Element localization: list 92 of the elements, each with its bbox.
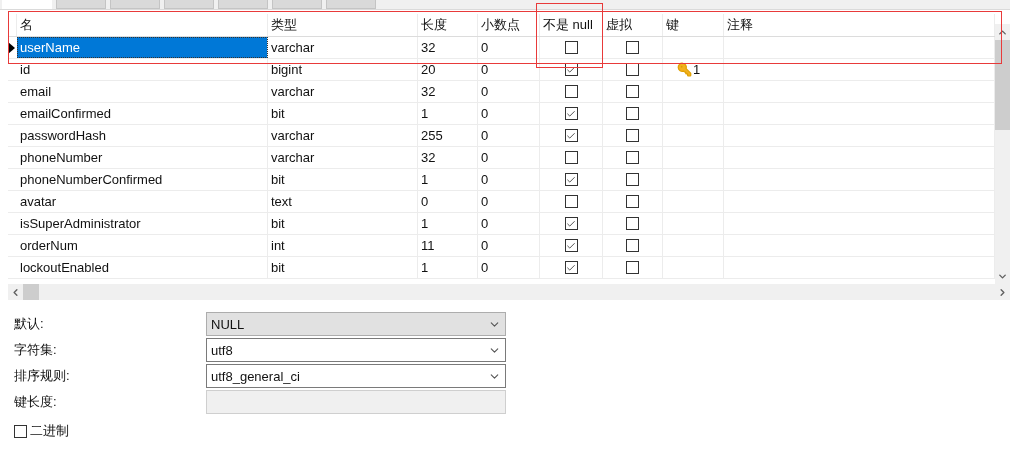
table-cell: 0: [478, 103, 540, 124]
scrollbar-thumb[interactable]: [23, 284, 39, 300]
table-cell: bit: [268, 257, 418, 278]
table-cell[interactable]: orderNum: [17, 235, 268, 256]
table-cell: bigint: [268, 59, 418, 80]
checkbox[interactable]: [626, 217, 639, 230]
checkbox[interactable]: [626, 85, 639, 98]
table-cell: 0: [478, 147, 540, 168]
dropdown[interactable]: utf8_general_ci: [206, 364, 506, 388]
key-number: 1: [693, 62, 701, 77]
checkbox[interactable]: [564, 195, 578, 208]
table-cell[interactable]: passwordHash: [17, 125, 268, 146]
field-label: 字符集:: [14, 341, 58, 359]
table-cell[interactable]: emailConfirmed: [17, 103, 268, 124]
row-pointer-icon: [8, 41, 15, 54]
table-cell: 0: [478, 235, 540, 256]
checkbox[interactable]: [564, 107, 578, 120]
column-header: 名: [17, 14, 268, 36]
table-cell: 0: [478, 81, 540, 102]
table-cell: varchar: [268, 81, 418, 102]
table-cell: bit: [268, 169, 418, 190]
checkbox[interactable]: [626, 195, 639, 208]
table-cell: 1: [418, 257, 478, 278]
column-header: 小数点: [478, 14, 540, 36]
table-cell[interactable]: phoneNumberConfirmed: [17, 169, 268, 190]
check-icon: [566, 108, 576, 119]
check-icon: [566, 130, 576, 141]
column-header: 类型: [268, 14, 418, 36]
table-cell: 1: [418, 213, 478, 234]
checkbox[interactable]: [626, 239, 639, 252]
checkbox[interactable]: [564, 85, 578, 98]
table-cell: 32: [418, 37, 478, 58]
field-label: 键长度:: [14, 393, 58, 411]
table-cell[interactable]: id: [17, 59, 268, 80]
table-cell: 0: [478, 125, 540, 146]
field-label: 默认:: [14, 315, 45, 333]
checkbox[interactable]: [564, 217, 578, 230]
column-header: 键: [663, 14, 724, 36]
table-cell: int: [268, 235, 418, 256]
table-cell: 0: [478, 191, 540, 212]
table-cell: 255: [418, 125, 478, 146]
table-cell: 32: [418, 147, 478, 168]
table-cell: 0: [478, 169, 540, 190]
table-cell: 0: [478, 213, 540, 234]
checkbox[interactable]: [564, 173, 578, 186]
table-cell[interactable]: email: [17, 81, 268, 102]
checkbox[interactable]: [626, 261, 639, 274]
table-cell: 32: [418, 81, 478, 102]
checkbox[interactable]: [14, 424, 27, 438]
table-cell: bit: [268, 103, 418, 124]
table-cell: 0: [418, 191, 478, 212]
check-icon: [566, 240, 576, 251]
check-icon: [566, 174, 576, 185]
table-cell: 11: [418, 235, 478, 256]
checkbox[interactable]: [626, 41, 639, 54]
table-cell: 0: [478, 59, 540, 80]
checkbox[interactable]: [626, 173, 639, 186]
checkbox[interactable]: [564, 261, 578, 274]
scrollbar-thumb[interactable]: [995, 40, 1010, 130]
check-icon: [566, 218, 576, 229]
checkbox[interactable]: [626, 129, 639, 142]
horizontal-scrollbar[interactable]: [8, 284, 1010, 300]
dropdown[interactable]: utf8: [206, 338, 506, 362]
vertical-scrollbar[interactable]: [995, 24, 1010, 284]
table-cell: text: [268, 191, 418, 212]
table-cell: varchar: [268, 37, 418, 58]
table-cell: bit: [268, 213, 418, 234]
table-cell[interactable]: phoneNumber: [17, 147, 268, 168]
table-cell[interactable]: lockoutEnabled: [17, 257, 268, 278]
checkbox[interactable]: [564, 129, 578, 142]
checkbox[interactable]: [564, 41, 578, 54]
field-label: 排序规则:: [14, 367, 71, 385]
checkbox[interactable]: [564, 239, 578, 252]
key-icon: [677, 62, 692, 77]
checkbox[interactable]: [626, 107, 639, 120]
checkbox[interactable]: [564, 151, 578, 164]
table-cell[interactable]: avatar: [17, 191, 268, 212]
check-icon: [566, 262, 576, 273]
table-cell[interactable]: userName: [17, 37, 268, 58]
table-cell: 0: [478, 37, 540, 58]
table-cell: varchar: [268, 125, 418, 146]
table-cell: 0: [478, 257, 540, 278]
table-cell[interactable]: isSuperAdministrator: [17, 213, 268, 234]
table-cell: 1: [418, 169, 478, 190]
checkbox[interactable]: [626, 151, 639, 164]
table-cell: 20: [418, 59, 478, 80]
table-cell: 1: [418, 103, 478, 124]
column-header: 虚拟: [603, 14, 663, 36]
column-header: 长度: [418, 14, 478, 36]
table-cell: varchar: [268, 147, 418, 168]
checkbox-label: 二进制: [30, 422, 69, 440]
column-header: 不是 null: [540, 14, 603, 36]
